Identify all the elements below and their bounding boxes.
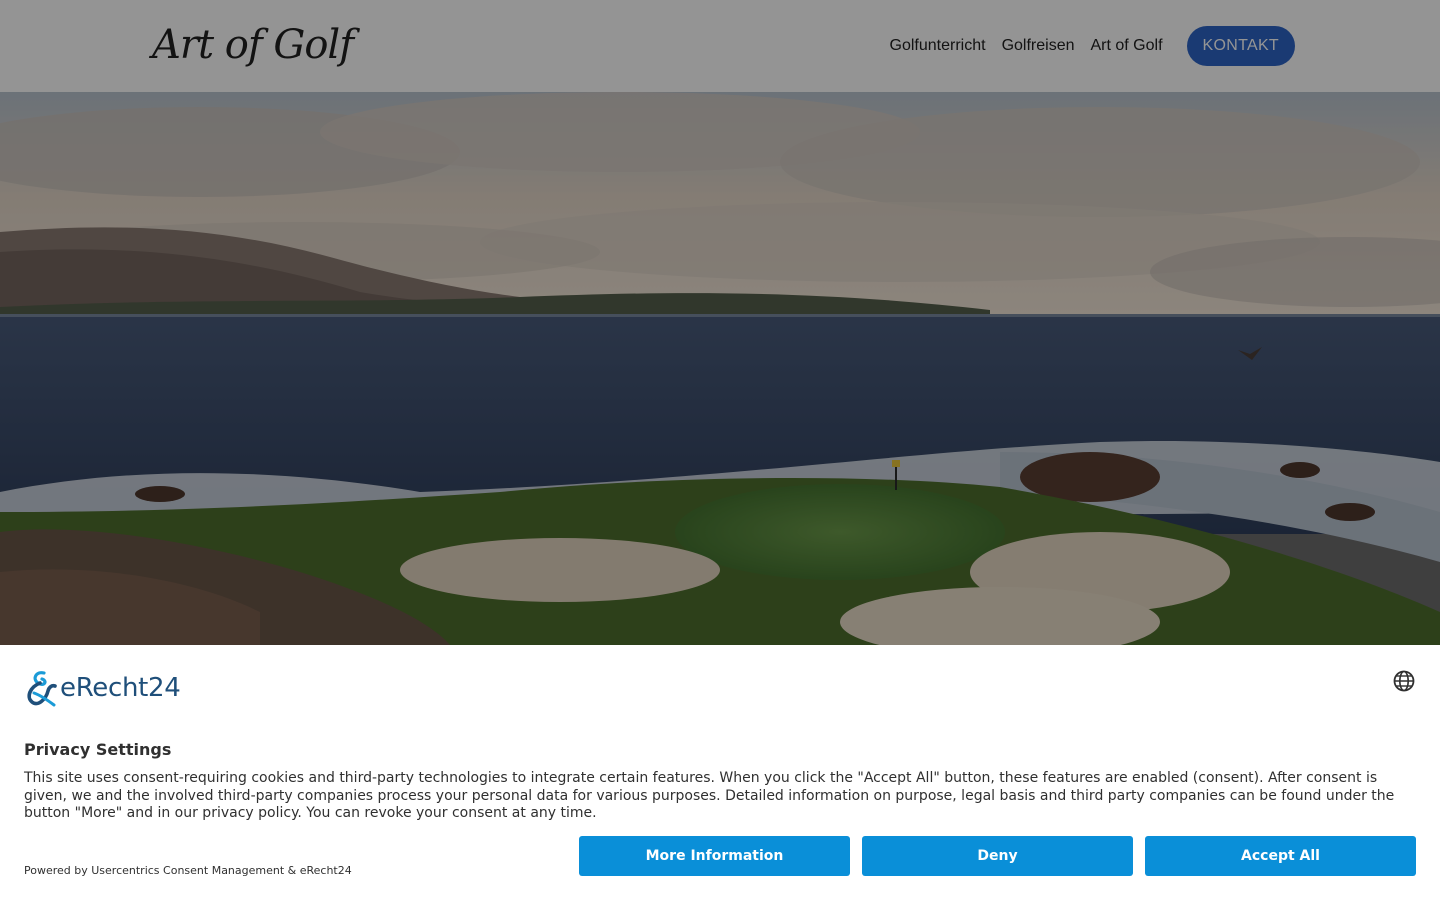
- erecht24-logo: eRecht24: [24, 669, 181, 707]
- consent-title: Privacy Settings: [24, 740, 172, 759]
- accept-all-button[interactable]: Accept All: [1145, 836, 1416, 876]
- consent-banner: eRecht24 Privacy Settings This site uses…: [0, 645, 1440, 900]
- powered-by-text: Powered by Usercentrics Consent Manageme…: [24, 864, 352, 877]
- more-information-button[interactable]: More Information: [579, 836, 850, 876]
- erecht24-wordmark: eRecht24: [60, 673, 181, 703]
- consent-description: This site uses consent-requiring cookies…: [24, 770, 1395, 821]
- deny-button[interactable]: Deny: [862, 836, 1133, 876]
- globe-icon[interactable]: [1392, 669, 1416, 693]
- erecht24-mark-icon: [27, 671, 57, 707]
